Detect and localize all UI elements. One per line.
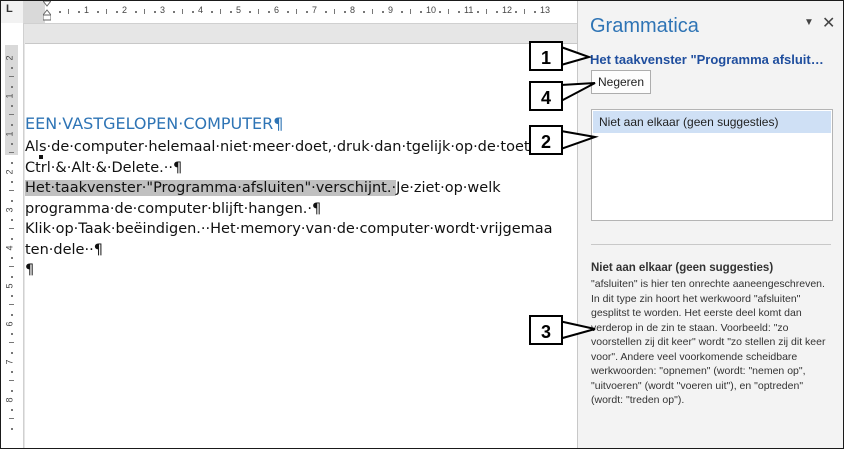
callout-1-arrow — [560, 45, 593, 67]
callout-2-arrow — [560, 129, 599, 151]
callout-4: 4 — [529, 81, 563, 111]
callout-3: 3 — [529, 315, 563, 345]
callout-3-arrow — [558, 319, 596, 341]
callout-arrows — [558, 45, 599, 341]
callout-4-arrow — [560, 82, 596, 103]
window-frame: L 1 2 3 4 5 6 7 8 9 10 11 12 13 2112345678 EEN·VASTG… — [0, 0, 844, 449]
callout-2: 2 — [529, 125, 563, 155]
callout-1: 1 — [529, 41, 563, 71]
